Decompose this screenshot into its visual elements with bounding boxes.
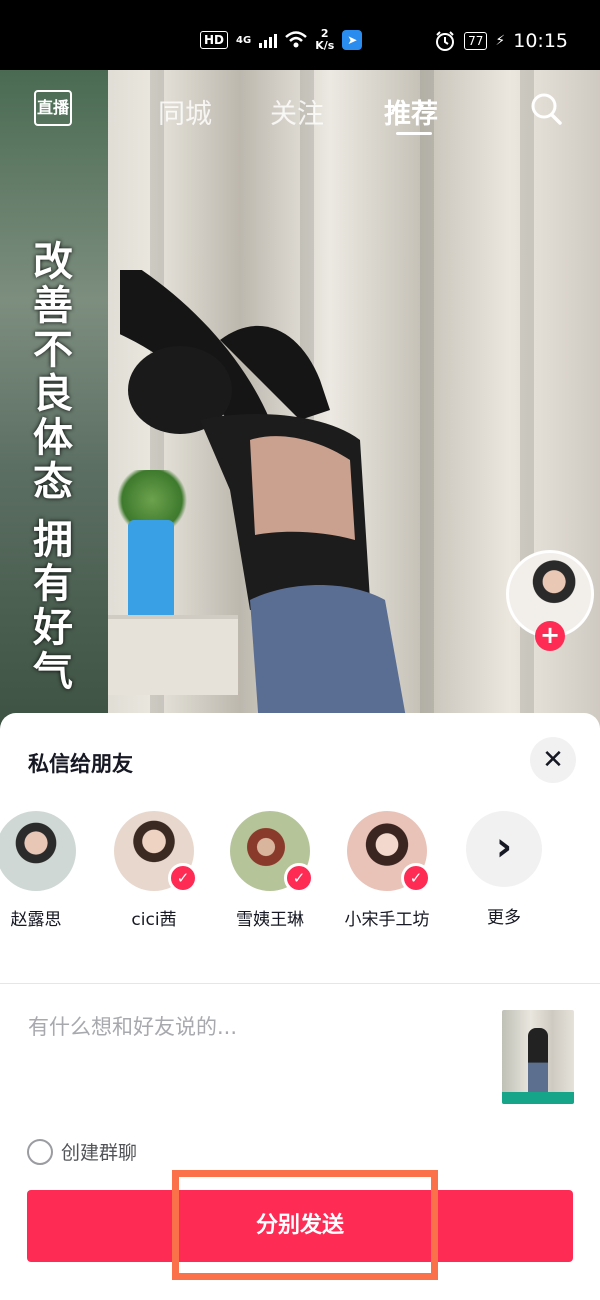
caption-char: 有 xyxy=(33,560,73,607)
friend-name: cici茜 xyxy=(131,910,177,930)
more-friends-button[interactable]: › 更多 xyxy=(444,811,564,928)
video-thumbnail xyxy=(502,1010,574,1104)
app-notification-icon: ➤ xyxy=(342,30,363,50)
sheet-title: 私信给朋友 xyxy=(28,752,133,776)
search-icon[interactable] xyxy=(530,92,562,126)
left-banner: 改 善 不 良 体 态 拥 有 好 气 xyxy=(0,70,108,730)
friend-name: 雪姨王琳 xyxy=(236,910,304,930)
friend-list: 赵露思 ✓ cici茜 ✓ 雪姨王琳 ✓ 小宋手工坊 › 更多 xyxy=(0,811,600,941)
active-tab-indicator xyxy=(396,132,432,135)
caption-char: 好 xyxy=(33,604,73,651)
friend-item[interactable]: ✓ cici茜 xyxy=(94,811,214,930)
live-button[interactable]: 直播 xyxy=(34,90,72,126)
tab-local[interactable]: 同城 xyxy=(158,92,212,131)
network-speed-unit: K/s xyxy=(315,39,335,52)
group-chat-label: 创建群聊 xyxy=(61,1142,138,1164)
signal-icon xyxy=(259,32,278,48)
friend-avatar xyxy=(0,811,76,891)
hd-icon: HD xyxy=(200,31,229,49)
more-label: 更多 xyxy=(487,908,521,928)
person-figure xyxy=(120,270,409,730)
tab-recommended[interactable]: 推荐 xyxy=(384,92,438,131)
caption-char: 改 xyxy=(33,238,73,285)
network-type-label: 4G xyxy=(236,34,252,46)
clock: 10:15 xyxy=(513,30,568,52)
curtain-fold xyxy=(420,70,434,730)
tab-following[interactable]: 关注 xyxy=(270,92,324,131)
wifi-icon xyxy=(285,31,308,48)
alarm-icon xyxy=(436,31,455,51)
selected-check-icon: ✓ xyxy=(401,863,431,893)
caption-char: 不 xyxy=(33,326,73,373)
friend-item[interactable]: 赵露思 xyxy=(0,811,96,930)
friend-name: 小宋手工坊 xyxy=(344,910,430,930)
friend-name: 赵露思 xyxy=(10,910,62,930)
friend-avatar: ✓ xyxy=(347,811,431,893)
friend-item[interactable]: ✓ 小宋手工坊 xyxy=(327,811,447,930)
selected-check-icon: ✓ xyxy=(168,863,198,893)
chevron-right-icon: › xyxy=(466,811,542,887)
overlay-caption: 改 善 不 良 体 态 拥 有 好 气 xyxy=(28,240,78,694)
friend-avatar: ✓ xyxy=(230,811,314,893)
network-speed: 2 K/s xyxy=(315,28,334,52)
caption-char: 良 xyxy=(33,370,73,417)
friend-item[interactable]: ✓ 雪姨王琳 xyxy=(210,811,330,930)
status-right: 77 ⚡ 10:15 xyxy=(434,30,568,52)
status-icons: HD 4G 2 K/s ➤ xyxy=(200,28,363,52)
caption-char: 善 xyxy=(33,282,73,329)
caption-char: 体 xyxy=(33,414,73,461)
friend-avatar: ✓ xyxy=(114,811,198,893)
close-button[interactable]: ✕ xyxy=(530,737,576,783)
caption-char: 态 xyxy=(33,458,73,505)
radio-icon[interactable] xyxy=(27,1138,53,1165)
follow-plus-icon[interactable]: + xyxy=(535,621,565,651)
create-group-chat-option[interactable]: 创建群聊 xyxy=(27,1138,137,1165)
caption-char: 拥 xyxy=(33,516,73,563)
message-input[interactable] xyxy=(28,1009,468,1045)
caption-char: 气 xyxy=(33,648,73,695)
status-bar: HD 4G 2 K/s ➤ 77 ⚡ 10:15 xyxy=(0,0,600,70)
video-player[interactable]: 改 善 不 良 体 态 拥 有 好 气 xyxy=(0,70,600,730)
highlight-annotation xyxy=(172,1170,438,1280)
selected-check-icon: ✓ xyxy=(284,863,314,893)
charging-icon: ⚡ xyxy=(495,33,506,49)
battery-icon: 77 xyxy=(464,32,488,50)
divider xyxy=(0,983,600,984)
